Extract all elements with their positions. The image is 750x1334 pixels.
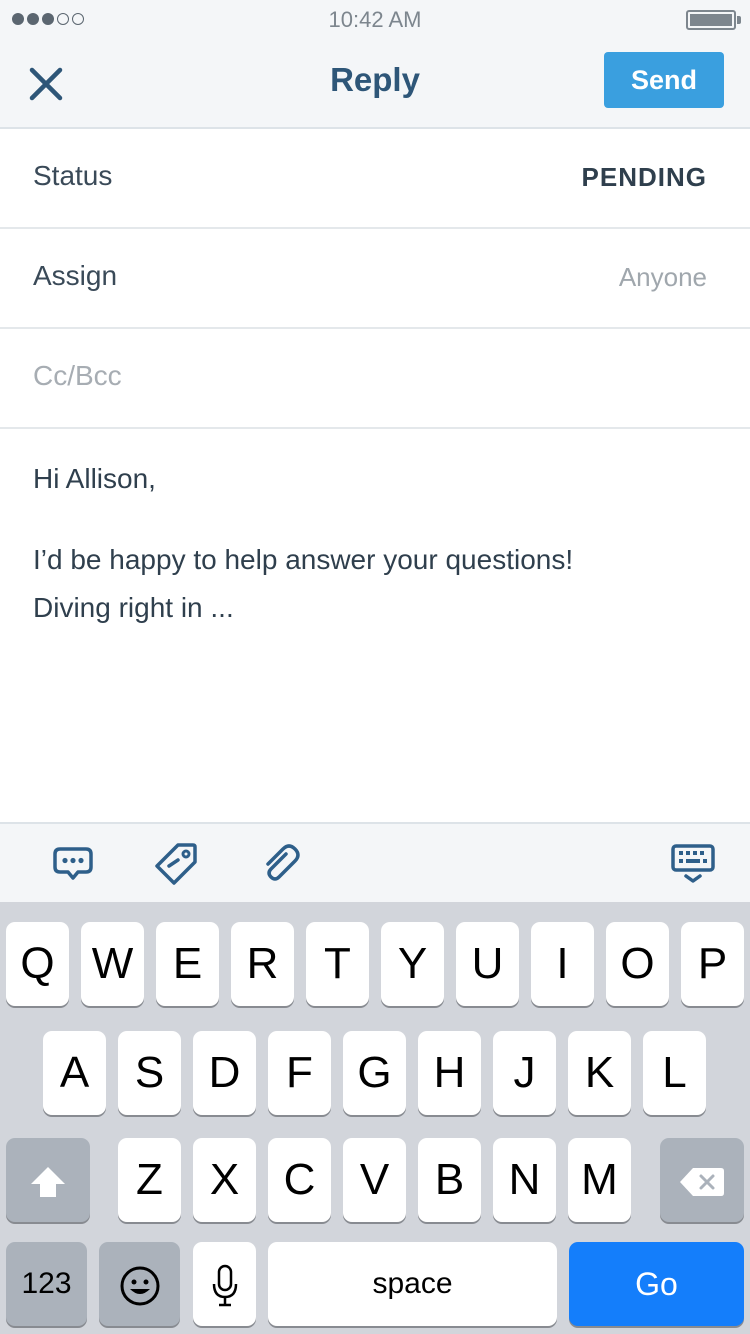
key-h[interactable]: H	[418, 1031, 481, 1115]
key-g[interactable]: G	[343, 1031, 406, 1115]
battery-tip	[737, 16, 741, 24]
cc-bcc-field[interactable]: Cc/Bcc	[0, 329, 750, 429]
key-e[interactable]: E	[156, 922, 219, 1006]
message-greeting: Hi Allison,	[33, 463, 156, 494]
key-r[interactable]: R	[231, 922, 294, 1006]
space-key[interactable]: space	[268, 1242, 557, 1326]
key-s[interactable]: S	[118, 1031, 181, 1115]
status-time: 10:42 AM	[328, 7, 422, 32]
key-b[interactable]: B	[418, 1138, 481, 1222]
attachment-icon	[266, 844, 300, 881]
key-z[interactable]: Z	[118, 1138, 181, 1222]
emoji-icon	[120, 1266, 159, 1306]
key-t[interactable]: T	[306, 922, 369, 1006]
key-j[interactable]: J	[493, 1031, 556, 1115]
status-value: PENDING	[581, 162, 707, 192]
key-o[interactable]: O	[606, 922, 669, 1006]
key-x[interactable]: X	[193, 1138, 256, 1222]
message-line-2: Diving right in ...	[33, 592, 234, 623]
status-bar: 10:42 AM	[0, 0, 750, 40]
status-label: Status	[33, 160, 113, 191]
dictation-key[interactable]	[193, 1242, 256, 1326]
saved-replies-button[interactable]	[50, 840, 96, 886]
saved-replies-icon	[53, 847, 93, 880]
key-p[interactable]: P	[681, 922, 744, 1006]
cc-bcc-placeholder: Cc/Bcc	[33, 360, 122, 391]
assign-label: Assign	[33, 260, 118, 291]
hide-keyboard-icon	[671, 844, 715, 883]
nav-bar: Reply Send	[0, 40, 750, 129]
battery-icon	[686, 10, 736, 30]
assign-row[interactable]: Assign Anyone	[0, 229, 750, 329]
status-row[interactable]: Status PENDING	[0, 129, 750, 229]
key-q[interactable]: Q	[6, 922, 69, 1006]
key-l[interactable]: L	[643, 1031, 706, 1115]
keyboard: Q W E R T Y U I O P A S D F G H J K L Z …	[0, 902, 750, 1334]
message-body[interactable]: Hi Allison, I’d be happy to help answer …	[33, 455, 723, 632]
key-i[interactable]: I	[531, 922, 594, 1006]
assign-value: Anyone	[618, 262, 707, 292]
shift-arrow-icon	[31, 1167, 65, 1198]
composer-toolbar	[0, 822, 750, 902]
key-m[interactable]: M	[568, 1138, 631, 1222]
message-line-1: I’d be happy to help answer your questio…	[33, 544, 574, 575]
backspace-icon	[680, 1168, 724, 1197]
key-w[interactable]: W	[81, 922, 144, 1006]
attachment-button[interactable]	[258, 840, 304, 886]
key-a[interactable]: A	[43, 1031, 106, 1115]
key-v[interactable]: V	[343, 1138, 406, 1222]
shift-key[interactable]	[6, 1138, 90, 1222]
microphone-icon	[212, 1265, 237, 1307]
key-u[interactable]: U	[456, 922, 519, 1006]
tag-button[interactable]	[154, 840, 200, 886]
numbers-key[interactable]: 123	[6, 1242, 87, 1326]
send-button[interactable]: Send	[604, 52, 724, 108]
key-y[interactable]: Y	[381, 922, 444, 1006]
go-key[interactable]: Go	[569, 1242, 744, 1326]
hide-keyboard-button[interactable]	[670, 840, 716, 886]
key-k[interactable]: K	[568, 1031, 631, 1115]
backspace-key[interactable]	[660, 1138, 744, 1222]
key-c[interactable]: C	[268, 1138, 331, 1222]
key-d[interactable]: D	[193, 1031, 256, 1115]
key-n[interactable]: N	[493, 1138, 556, 1222]
key-f[interactable]: F	[268, 1031, 331, 1115]
emoji-key[interactable]	[99, 1242, 180, 1326]
tag-icon	[155, 843, 197, 885]
